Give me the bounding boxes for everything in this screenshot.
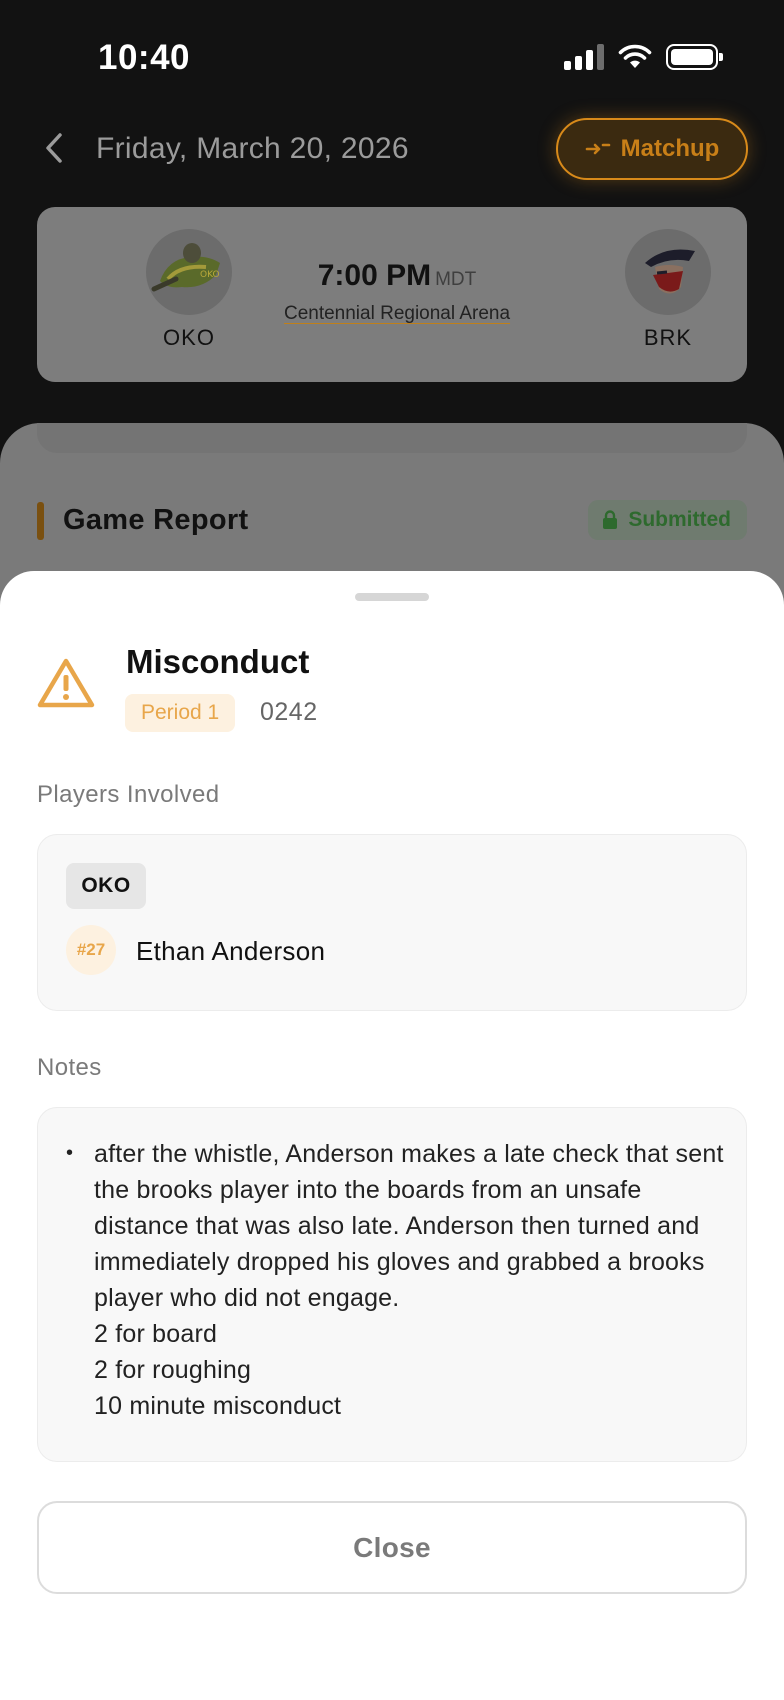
home-team: OKO OKO bbox=[129, 229, 249, 351]
notes-text: after the whistle, Anderson makes a late… bbox=[94, 1140, 724, 1420]
home-team-abbr: OKO bbox=[163, 325, 215, 350]
section-accent-bar bbox=[37, 502, 44, 540]
header: Friday, March 20, 2026 Matchup bbox=[0, 110, 784, 190]
collapsed-card bbox=[37, 423, 747, 453]
game-info: 7:00 PM MDT Centennial Regional Arena bbox=[257, 259, 537, 325]
player-name: Ethan Anderson bbox=[136, 936, 326, 966]
game-card: OKO OKO 7:00 PM MDT Centennial Regional A… bbox=[37, 207, 747, 382]
players-involved-label: Players Involved bbox=[37, 781, 220, 808]
away-team-abbr: BRK bbox=[643, 325, 693, 350]
away-team: BRK bbox=[608, 229, 728, 351]
game-report-header: Game Report Submitted bbox=[37, 500, 747, 542]
jersey-number-badge: #27 bbox=[66, 925, 116, 975]
players-card: OKO #27 Ethan Anderson bbox=[37, 834, 747, 1011]
matchup-label: Matchup bbox=[620, 135, 720, 162]
game-time: 7:00 PM bbox=[317, 259, 432, 292]
penalty-title: Misconduct bbox=[126, 643, 310, 680]
away-team-logo bbox=[625, 229, 711, 315]
notes-label: Notes bbox=[37, 1054, 102, 1081]
sheet-grabber[interactable] bbox=[355, 593, 429, 601]
game-timezone: MDT bbox=[435, 269, 477, 290]
status-icons bbox=[564, 44, 723, 70]
swap-arrows-icon bbox=[585, 143, 610, 155]
bullet-point: • bbox=[66, 1142, 74, 1164]
screen: 10:40 Friday, March 20, 2026 Matchup OKO… bbox=[0, 0, 784, 1700]
period-badge: Period 1 bbox=[125, 694, 236, 732]
event-time: 0242 bbox=[260, 698, 318, 726]
notes-card: • after the whistle, Anderson makes a la… bbox=[37, 1107, 747, 1462]
warning-icon bbox=[37, 658, 95, 708]
status-time: 10:40 bbox=[98, 38, 191, 77]
battery-icon bbox=[666, 44, 723, 70]
status-bar: 10:40 bbox=[0, 0, 784, 110]
player-team-chip: OKO bbox=[66, 863, 146, 909]
submitted-label: Submitted bbox=[628, 508, 731, 531]
penalty-detail-sheet: Misconduct Period 1 0242 Players Involve… bbox=[0, 571, 784, 1700]
close-button[interactable]: Close bbox=[37, 1501, 747, 1594]
matchup-button[interactable]: Matchup bbox=[556, 118, 748, 180]
page-title: Friday, March 20, 2026 bbox=[96, 132, 409, 165]
back-chevron-icon[interactable] bbox=[40, 130, 70, 166]
venue-link[interactable]: Centennial Regional Arena bbox=[257, 303, 537, 325]
game-report-title: Game Report bbox=[63, 504, 249, 536]
lock-icon bbox=[603, 510, 618, 529]
svg-text:OKO: OKO bbox=[200, 270, 220, 280]
home-team-logo: OKO bbox=[146, 229, 232, 315]
wifi-icon bbox=[618, 44, 652, 68]
submitted-badge: Submitted bbox=[588, 500, 747, 540]
cellular-signal-icon bbox=[564, 44, 604, 70]
